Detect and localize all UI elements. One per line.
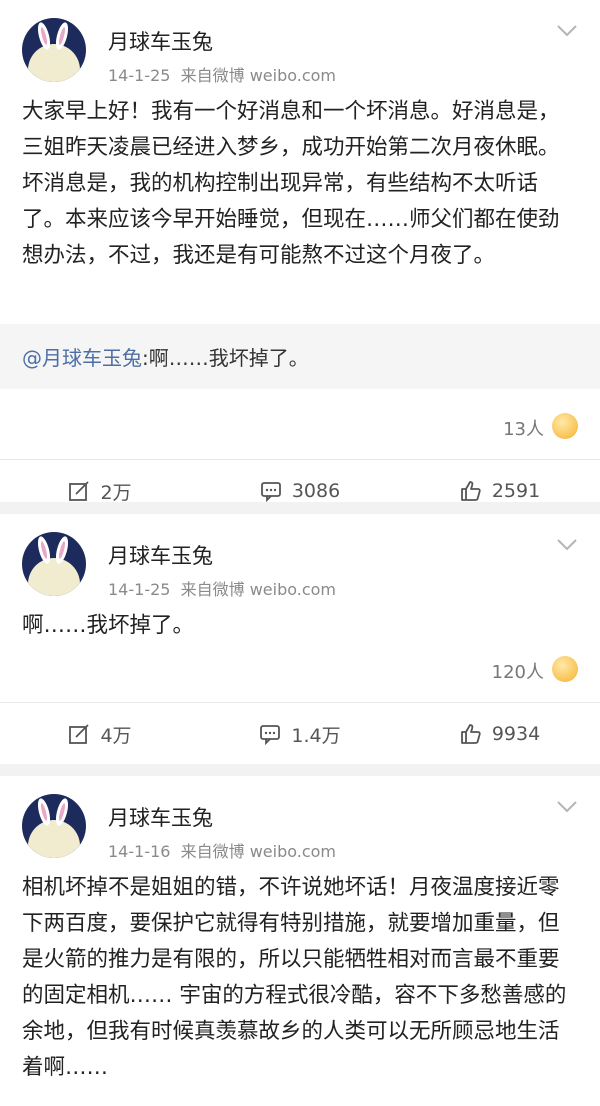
post-meta: 14-1-25 来自微博 weibo.com: [108, 576, 336, 600]
repost-icon: [69, 481, 90, 501]
author-name[interactable]: 月球车玉兔: [108, 540, 213, 570]
avatar[interactable]: [22, 532, 86, 596]
post-header: 月球车玉兔 14-1-16 来自微博 weibo.com: [0, 776, 600, 866]
post-date: 14-1-25: [108, 66, 171, 85]
repost-button[interactable]: 4万: [0, 703, 200, 765]
emoji-icon: [552, 413, 578, 439]
post-text: 相机坏掉不是姐姐的错，不许说她坏话！月夜温度接近零下两百度，要保护它就得有特别措…: [22, 875, 567, 1080]
comment-count: 3086: [291, 480, 341, 502]
like-count: 2591: [491, 480, 541, 502]
post-date: 14-1-16: [108, 842, 171, 861]
separator: [0, 764, 600, 776]
like-people-count[interactable]: 120人: [492, 658, 544, 684]
post-source: 来自微博 weibo.com: [180, 66, 337, 85]
comment-icon: [260, 482, 281, 502]
emoji-icon: [552, 656, 578, 682]
post-text: 大家早上好！我有一个好消息和一个坏消息。好消息是，三姐昨天凌晨已经进入梦乡，成功…: [22, 99, 560, 268]
retweet-box[interactable]: @月球车玉兔:啊……我坏掉了。: [0, 324, 600, 389]
post-date: 14-1-25: [108, 580, 171, 599]
action-bar: 4万 1.4万 9934: [0, 702, 600, 765]
retweet-text: :啊……我坏掉了。: [142, 346, 309, 370]
like-button[interactable]: 2591: [400, 460, 600, 522]
post-card: 月球车玉兔 14-1-16 来自微博 weibo.com 相机坏掉不是姐姐的错，…: [0, 776, 600, 1106]
like-button[interactable]: 9934: [400, 703, 600, 765]
repost-count: 4万: [100, 724, 132, 747]
repost-button[interactable]: 2万: [0, 460, 200, 522]
post-header: 月球车玉兔 14-1-25 来自微博 weibo.com: [0, 0, 600, 90]
chevron-down-icon[interactable]: [556, 800, 578, 814]
post-meta: 14-1-25 来自微博 weibo.com: [108, 62, 336, 86]
post-source: 来自微博 weibo.com: [180, 842, 337, 861]
author-name[interactable]: 月球车玉兔: [108, 802, 213, 832]
like-people-row: 13人: [0, 401, 600, 459]
comment-count: 1.4万: [291, 724, 341, 747]
like-people-count[interactable]: 13人: [503, 415, 544, 441]
comment-button[interactable]: 1.4万: [200, 703, 400, 765]
post-meta: 14-1-16 来自微博 weibo.com: [108, 838, 336, 862]
post-header: 月球车玉兔 14-1-25 来自微博 weibo.com: [0, 514, 600, 604]
thumbs-up-icon: [460, 724, 481, 744]
post-source: 来自微博 weibo.com: [180, 580, 337, 599]
comment-button[interactable]: 3086: [200, 460, 400, 522]
mention-link[interactable]: @月球车玉兔: [22, 346, 142, 370]
repost-count: 2万: [100, 481, 132, 504]
chevron-down-icon[interactable]: [556, 24, 578, 38]
like-count: 9934: [491, 723, 541, 745]
like-people-row: 120人: [0, 644, 600, 702]
repost-icon: [69, 724, 90, 744]
author-name[interactable]: 月球车玉兔: [108, 26, 213, 56]
comment-icon: [260, 725, 281, 745]
post-card: 月球车玉兔 14-1-25 来自微博 weibo.com 大家早上好！我有一个好…: [0, 0, 600, 504]
avatar[interactable]: [22, 794, 86, 858]
post-card: 月球车玉兔 14-1-25 来自微博 weibo.com 啊……我坏掉了。 12…: [0, 514, 600, 764]
action-bar: 2万 3086 2591: [0, 459, 600, 522]
post-text: 啊……我坏掉了。: [22, 613, 195, 638]
thumbs-up-icon: [460, 481, 481, 501]
avatar[interactable]: [22, 18, 86, 82]
chevron-down-icon[interactable]: [556, 538, 578, 552]
